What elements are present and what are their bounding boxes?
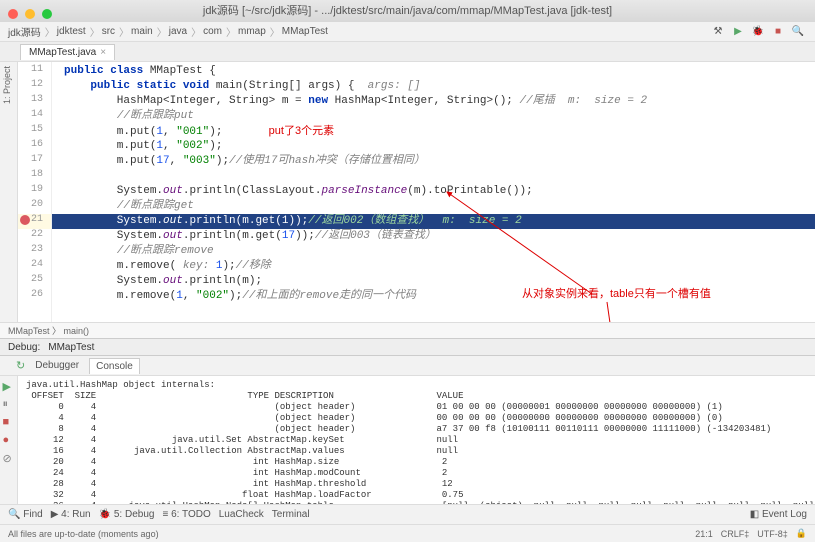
- annotation-put: put了3个元素: [269, 125, 334, 137]
- stop-icon[interactable]: ■: [3, 416, 15, 428]
- tab-console[interactable]: Console: [89, 358, 140, 374]
- window-titlebar: jdk源码 [~/src/jdk源码] - .../jdktest/src/ma…: [0, 0, 815, 22]
- window-controls[interactable]: [8, 5, 56, 27]
- status-bar: All files are up-to-date (moments ago) 2…: [0, 524, 815, 542]
- search-icon[interactable]: 🔍: [791, 25, 805, 39]
- editor-gutter[interactable]: 11 12 13 14 15 16 17 18 19 20 21 22 23 2…: [18, 62, 52, 322]
- project-tool[interactable]: 1: Project: [0, 62, 14, 108]
- debug-tool[interactable]: 🐞 5: Debug: [99, 509, 155, 520]
- crumb[interactable]: main: [131, 26, 153, 37]
- debug-button[interactable]: 🐞: [751, 25, 765, 39]
- terminal-tool[interactable]: Terminal: [272, 509, 310, 520]
- mute-breakpoints-icon[interactable]: ⊘: [3, 452, 15, 464]
- find-tool[interactable]: 🔍 Find: [8, 509, 43, 520]
- console-output[interactable]: java.util.HashMap object internals: OFFS…: [18, 376, 815, 504]
- stop-button[interactable]: ■: [771, 25, 785, 39]
- run-button[interactable]: ▶: [731, 25, 745, 39]
- crumb[interactable]: src: [102, 26, 115, 37]
- build-button[interactable]: ⚒: [711, 25, 725, 39]
- status-message: All files are up-to-date (moments ago): [8, 529, 159, 539]
- crumb[interactable]: MMapTest: [282, 26, 328, 37]
- debug-controls: ▶ ⏸ ■ ● ⊘: [0, 376, 18, 504]
- annotation-table: 从对象实例来看，table只有一个槽有值: [522, 287, 711, 302]
- crumb[interactable]: mmap: [238, 26, 266, 37]
- minimize-icon[interactable]: [25, 9, 35, 19]
- tab-debugger[interactable]: Debugger: [29, 358, 85, 373]
- rerun-icon[interactable]: ↻: [16, 359, 25, 372]
- todo-tool[interactable]: ≡ 6: TODO: [162, 509, 210, 520]
- tab-file[interactable]: MMapTest.java ×: [20, 44, 115, 60]
- tab-label: MMapTest.java: [29, 47, 96, 58]
- crumb[interactable]: jdktest: [57, 26, 86, 37]
- zoom-icon[interactable]: [42, 9, 52, 19]
- close-icon[interactable]: [8, 9, 18, 19]
- structure-breadcrumb[interactable]: MMapTest 〉 main(): [0, 322, 815, 338]
- debug-tool-header: Debug: MMapTest: [0, 338, 815, 356]
- breadcrumb: jdk源码〉 jdktest〉 src〉 main〉 java〉 com〉 mm…: [0, 22, 815, 42]
- run-tool[interactable]: ▶ 4: Run: [51, 509, 91, 520]
- crumb[interactable]: java: [169, 26, 187, 37]
- lock-icon[interactable]: 🔒: [796, 528, 807, 539]
- pause-icon[interactable]: ⏸: [3, 398, 15, 410]
- close-icon[interactable]: ×: [100, 47, 106, 58]
- view-breakpoints-icon[interactable]: ●: [3, 434, 15, 446]
- debug-config[interactable]: MMapTest: [48, 342, 94, 353]
- debug-label: Debug:: [8, 342, 40, 353]
- bottom-tool-bar: 🔍 Find ▶ 4: Run 🐞 5: Debug ≡ 6: TODO Lua…: [0, 504, 815, 524]
- window-title: jdk源码 [~/src/jdk源码] - .../jdktest/src/ma…: [203, 5, 612, 17]
- luacheck-tool[interactable]: LuaCheck: [219, 509, 264, 520]
- line-separator[interactable]: CRLF‡: [721, 529, 750, 539]
- code-editor[interactable]: public class MMapTest { public static vo…: [52, 62, 815, 322]
- crumb[interactable]: com: [203, 26, 222, 37]
- encoding[interactable]: UTF-8‡: [757, 529, 788, 539]
- eventlog-tool[interactable]: ◧ Event Log: [750, 509, 807, 520]
- debug-tabs: ↻ Debugger Console: [0, 356, 815, 376]
- breakpoint-icon[interactable]: [20, 215, 30, 225]
- tool-window-bar-left: 1: Project: [0, 62, 18, 322]
- resume-icon[interactable]: ▶: [3, 380, 15, 392]
- caret-position[interactable]: 21:1: [695, 529, 713, 539]
- editor-tabs: MMapTest.java ×: [0, 42, 815, 62]
